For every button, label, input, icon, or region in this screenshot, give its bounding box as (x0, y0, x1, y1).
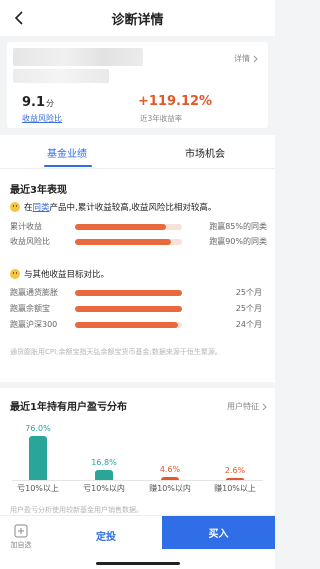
compare-bar-inflation: 跑赢通货膨胀 25个月 (10, 288, 262, 297)
bar-fill (75, 239, 172, 245)
pnl-distribution-chart: 76.0% 亏10%以上 16.8% 亏10%以内 4.6% 赚10%以内 2.6% 赚10%… (0, 388, 275, 518)
bar-fill (75, 306, 182, 312)
smile-emoji-icon (10, 269, 20, 279)
risk-return-label-link[interactable]: 收益风险比 (22, 113, 62, 124)
fund-name-redacted (13, 48, 143, 66)
add-favorite-button[interactable]: 加自选 (7, 524, 35, 554)
home-indicator (96, 562, 180, 565)
smile-emoji-icon (10, 202, 20, 212)
buy-button[interactable]: 买入 (162, 516, 275, 549)
compare-bar-csi300: 跑赢沪深300 24个月 (10, 320, 262, 329)
distribution-category-label: 亏10%以内 (83, 484, 125, 493)
top-navigation-bar: 诊断详情 (0, 0, 275, 36)
fund-summary-card: 详情 9.1分 收益风险比 +119.12% 近3年收益率 (7, 42, 268, 128)
distribution-category-label: 赚10%以上 (214, 484, 256, 493)
fund-code-redacted (13, 69, 109, 83)
add-favorite-icon (14, 524, 28, 538)
distribution-note: 用户盈亏分析使用较新基金用户销售数据。 (10, 506, 143, 514)
tab-market-opportunity[interactable]: 市场机会 (185, 145, 225, 160)
distribution-bar (29, 436, 47, 480)
target-compare-title: 与其他收益目标对比。 (10, 268, 109, 280)
analysis-tabs: 基金业绩 市场机会 (0, 135, 275, 169)
compare-bar-yuebao: 跑赢余额宝 25个月 (10, 304, 262, 313)
active-tab-indicator (44, 165, 92, 167)
bar-fill (75, 322, 178, 328)
three-year-return-label: 近3年收益率 (140, 114, 183, 123)
risk-return-score: 9.1分 (22, 95, 55, 110)
recent-3y-title: 最近3年表现 (10, 185, 67, 196)
peer-bar-cumulative: 累计收益 跑赢85%的同类 (10, 222, 267, 231)
distribution-value-label: 2.6% (224, 466, 246, 475)
distribution-bar (95, 470, 113, 480)
back-button[interactable] (8, 6, 32, 30)
tab-fund-performance[interactable]: 基金业绩 (47, 145, 87, 160)
page-title: 诊断详情 (111, 12, 164, 28)
bottom-action-bar: 加自选 定投 买入 (0, 515, 275, 569)
auto-invest-button[interactable]: 定投 (52, 519, 160, 551)
fund-detail-link[interactable]: 详情 (234, 53, 258, 64)
distribution-category-label: 赚10%以内 (149, 484, 191, 493)
data-source-footnote: 通货膨胀用CPI;余额宝指天弘余额宝货币基金;数据来源于恒生聚源。 (10, 348, 222, 356)
back-arrow-icon (14, 11, 23, 25)
bar-fill (75, 224, 166, 230)
user-pnl-distribution-card: 最近1年持有用户盈亏分布 用户特征 76.0% 亏10%以上 16.8% 亏10%以内… (0, 388, 275, 518)
peer-bar-risk-return: 收益风险比 跑赢90%的同类 (10, 237, 267, 246)
bar-fill (75, 290, 182, 296)
distribution-value-label: 16.8% (91, 458, 117, 468)
peer-summary: 在 同类 产品中,累计收益较高,收益风险比相对较高。 (10, 201, 216, 213)
peer-category-link[interactable]: 同类 (33, 201, 50, 213)
chevron-right-icon (253, 55, 258, 62)
distribution-category-label: 亏10%以上 (17, 484, 59, 493)
distribution-value-label: 76.0% (25, 424, 51, 433)
distribution-baseline (12, 480, 263, 481)
detail-link-label: 详情 (234, 54, 250, 63)
distribution-value-label: 4.6% (159, 465, 181, 475)
performance-card: 基金业绩 市场机会 最近3年表现 在 同类 产品中,累计收益较高,收益风险比相对… (0, 135, 275, 382)
three-year-return-value: +119.12% (138, 94, 213, 109)
